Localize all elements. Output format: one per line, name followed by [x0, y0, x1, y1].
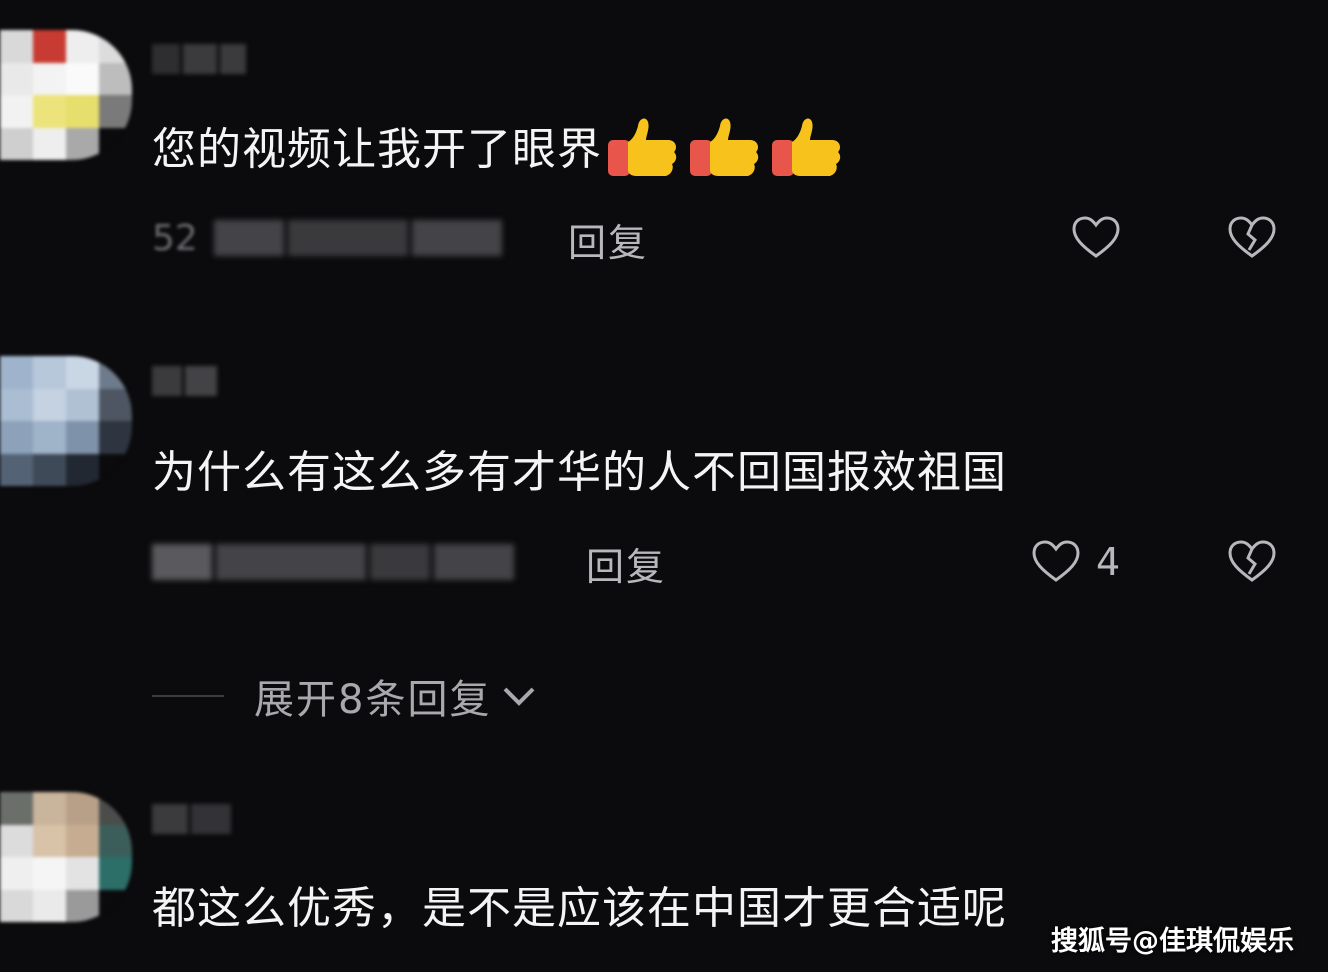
- chevron-down-icon[interactable]: [499, 681, 539, 711]
- username[interactable]: [152, 804, 231, 834]
- dislike-button[interactable]: [1226, 212, 1278, 264]
- comment-text: 您的视频让我开了眼界: [152, 110, 848, 182]
- broken-heart-icon: [1228, 540, 1276, 582]
- dislike-button[interactable]: [1226, 536, 1278, 588]
- username[interactable]: [152, 366, 217, 396]
- divider: [152, 695, 224, 697]
- avatar[interactable]: [0, 356, 132, 486]
- watermark: 搜狐号@佳琪侃娱乐: [1051, 926, 1294, 957]
- like-button[interactable]: [1070, 212, 1122, 264]
- expand-replies[interactable]: 展开8条回复: [152, 668, 539, 724]
- heart-icon: [1032, 540, 1080, 582]
- timestamp: 52: [152, 218, 198, 259]
- comment-text: 为什么有这么多有才华的人不回国报效祖国: [152, 447, 1007, 498]
- reply-button[interactable]: 回复: [568, 212, 648, 267]
- expand-replies-label[interactable]: 展开8条回复: [254, 667, 491, 725]
- avatar[interactable]: [0, 30, 132, 160]
- like-button[interactable]: [1030, 536, 1082, 588]
- comment-meta: 回复 4: [152, 532, 1328, 592]
- thumbs-up-icon: [608, 118, 677, 176]
- comment-meta: 52 回复: [152, 208, 1328, 268]
- thumbs-up-icon: [690, 118, 759, 176]
- like-count: 4: [1096, 540, 1121, 584]
- heart-icon: [1072, 216, 1120, 258]
- reply-button[interactable]: 回复: [586, 536, 666, 591]
- thumbs-up-icon: [772, 118, 841, 176]
- username[interactable]: [152, 44, 246, 74]
- avatar[interactable]: [0, 792, 132, 922]
- comment-text: 都这么优秀，是不是应该在中国才更合适呢: [152, 883, 1007, 934]
- broken-heart-icon: [1228, 216, 1276, 258]
